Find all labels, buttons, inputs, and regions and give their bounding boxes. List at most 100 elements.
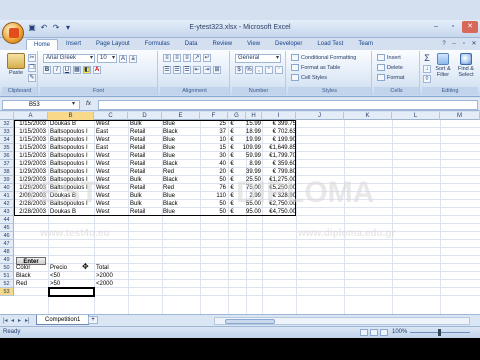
tab-developer[interactable]: Developer: [268, 39, 309, 50]
row-header-49[interactable]: 49: [0, 256, 14, 264]
column-header-d[interactable]: D: [128, 112, 162, 120]
row-header-48[interactable]: 48: [0, 248, 14, 256]
font-size-combo[interactable]: 10: [97, 54, 117, 63]
close-icon[interactable]: ✕: [462, 21, 478, 33]
doc-restore-icon[interactable]: ▫: [460, 40, 468, 48]
row-header-51[interactable]: 51: [0, 272, 14, 280]
row-header-39[interactable]: 39: [0, 176, 14, 184]
align-left-icon[interactable]: ☰: [163, 66, 171, 74]
sort-filter-button[interactable]: Sort & Filter: [433, 53, 453, 78]
worksheet-grid[interactable]: ABCDEFGHIJKLM 32 33 34 35 36 37 38 39 40 41 42 43 44…: [0, 112, 480, 314]
find-select-button[interactable]: Find & Select: [455, 53, 477, 78]
active-cell-b53[interactable]: [48, 287, 95, 297]
delete-cells-button[interactable]: Delete: [377, 63, 403, 72]
row-header-53[interactable]: 53: [0, 288, 14, 296]
cut-icon[interactable]: ✂: [28, 54, 36, 62]
column-header-j[interactable]: J: [296, 112, 344, 120]
page-layout-view-icon[interactable]: [370, 329, 378, 336]
align-middle-icon[interactable]: ≡: [173, 54, 181, 62]
criteria-value-cell[interactable]: Red: [16, 280, 47, 288]
first-sheet-icon[interactable]: |◂: [3, 317, 8, 324]
decrease-decimal-icon[interactable]: ⁻: [275, 66, 283, 74]
row-header-43[interactable]: 43: [0, 208, 14, 216]
grow-font-icon[interactable]: A: [119, 54, 127, 63]
row-header-46[interactable]: 46: [0, 232, 14, 240]
clear-icon[interactable]: ◊: [423, 75, 431, 83]
column-header-i[interactable]: I: [262, 112, 296, 120]
criteria-value-cell[interactable]: >2000: [96, 272, 127, 280]
criteria-value-cell[interactable]: <2000: [96, 280, 127, 288]
column-header-h[interactable]: H: [246, 112, 262, 120]
help-icon[interactable]: ?: [440, 40, 448, 48]
page-break-view-icon[interactable]: [380, 329, 388, 336]
zoom-level[interactable]: 100%: [392, 329, 407, 335]
number-format-combo[interactable]: General: [235, 54, 281, 63]
last-sheet-icon[interactable]: ▸|: [25, 317, 30, 324]
merge-center-icon[interactable]: ⊞: [213, 66, 221, 74]
column-header-e[interactable]: E: [162, 112, 200, 120]
row-header-37[interactable]: 37: [0, 160, 14, 168]
column-header-f[interactable]: F: [200, 112, 228, 120]
formula-input[interactable]: [98, 100, 478, 110]
format-painter-icon[interactable]: ✎: [28, 74, 36, 82]
column-header-l[interactable]: L: [392, 112, 440, 120]
criteria-header-cell[interactable]: Total: [96, 264, 127, 272]
paste-button[interactable]: Paste: [5, 53, 27, 76]
tab-home[interactable]: Home: [26, 39, 59, 50]
row-header-45[interactable]: 45: [0, 224, 14, 232]
column-header-b[interactable]: B: [48, 112, 94, 120]
insert-sheet-icon[interactable]: +: [88, 316, 98, 324]
row-header-40[interactable]: 40: [0, 184, 14, 192]
name-box[interactable]: B53: [2, 100, 80, 110]
wrap-text-icon[interactable]: ↵: [203, 54, 211, 62]
normal-view-icon[interactable]: [360, 329, 368, 336]
criteria-value-cell[interactable]: <50: [50, 272, 93, 280]
horizontal-scrollbar[interactable]: [214, 317, 470, 325]
tab-team[interactable]: Team: [351, 39, 380, 50]
row-header-32[interactable]: 32: [0, 120, 14, 128]
horizontal-scroll-thumb[interactable]: [225, 319, 275, 324]
increase-indent-icon[interactable]: ⇥: [203, 66, 211, 74]
borders-icon[interactable]: ▦: [73, 66, 81, 74]
row-header-33[interactable]: 33: [0, 128, 14, 136]
format-cells-button[interactable]: Format: [377, 73, 404, 82]
column-header-c[interactable]: C: [94, 112, 128, 120]
percent-button[interactable]: %: [245, 66, 253, 74]
next-sheet-icon[interactable]: ▸: [18, 317, 21, 324]
tab-review[interactable]: Review: [205, 39, 239, 50]
row-header-44[interactable]: 44: [0, 216, 14, 224]
comma-button[interactable]: ,: [255, 66, 263, 74]
zoom-slider-thumb[interactable]: [438, 329, 441, 336]
fill-color-icon[interactable]: ◧: [83, 66, 91, 74]
column-header-g[interactable]: G: [228, 112, 246, 120]
row-header-52[interactable]: 52: [0, 280, 14, 288]
sheet-tab-competition1[interactable]: Competition1: [36, 315, 90, 325]
row-header-36[interactable]: 36: [0, 152, 14, 160]
tab-formulas[interactable]: Formulas: [138, 39, 177, 50]
row-header-38[interactable]: 38: [0, 168, 14, 176]
name-box-dropdown-icon[interactable]: ▾: [72, 100, 75, 107]
align-bottom-icon[interactable]: ≡: [183, 54, 191, 62]
italic-icon[interactable]: I: [53, 66, 61, 74]
row-header-42[interactable]: 42: [0, 200, 14, 208]
bold-icon[interactable]: B: [43, 66, 51, 74]
underline-icon[interactable]: U: [63, 66, 71, 74]
align-center-icon[interactable]: ☰: [173, 66, 181, 74]
doc-minimize-icon[interactable]: –: [450, 40, 458, 48]
cell-styles-button[interactable]: Cell Styles: [291, 73, 327, 82]
tab-view[interactable]: View: [240, 39, 267, 50]
align-right-icon[interactable]: ☰: [183, 66, 191, 74]
conditional-formatting-button[interactable]: Conditional Formatting: [291, 53, 356, 62]
office-button[interactable]: [2, 22, 24, 44]
copy-icon[interactable]: ❐: [28, 64, 36, 72]
decrease-indent-icon[interactable]: ⇤: [193, 66, 201, 74]
criteria-header-cell[interactable]: Color: [16, 264, 47, 272]
insert-function-button[interactable]: fx: [86, 100, 91, 107]
increase-decimal-icon[interactable]: ⁺: [265, 66, 273, 74]
row-header-41[interactable]: 41: [0, 192, 14, 200]
minimize-icon[interactable]: –: [428, 21, 444, 33]
row-header-35[interactable]: 35: [0, 144, 14, 152]
orientation-icon[interactable]: ↗: [193, 54, 201, 62]
format-as-table-button[interactable]: Format as Table: [291, 63, 340, 72]
tab-insert[interactable]: Insert: [59, 39, 88, 50]
